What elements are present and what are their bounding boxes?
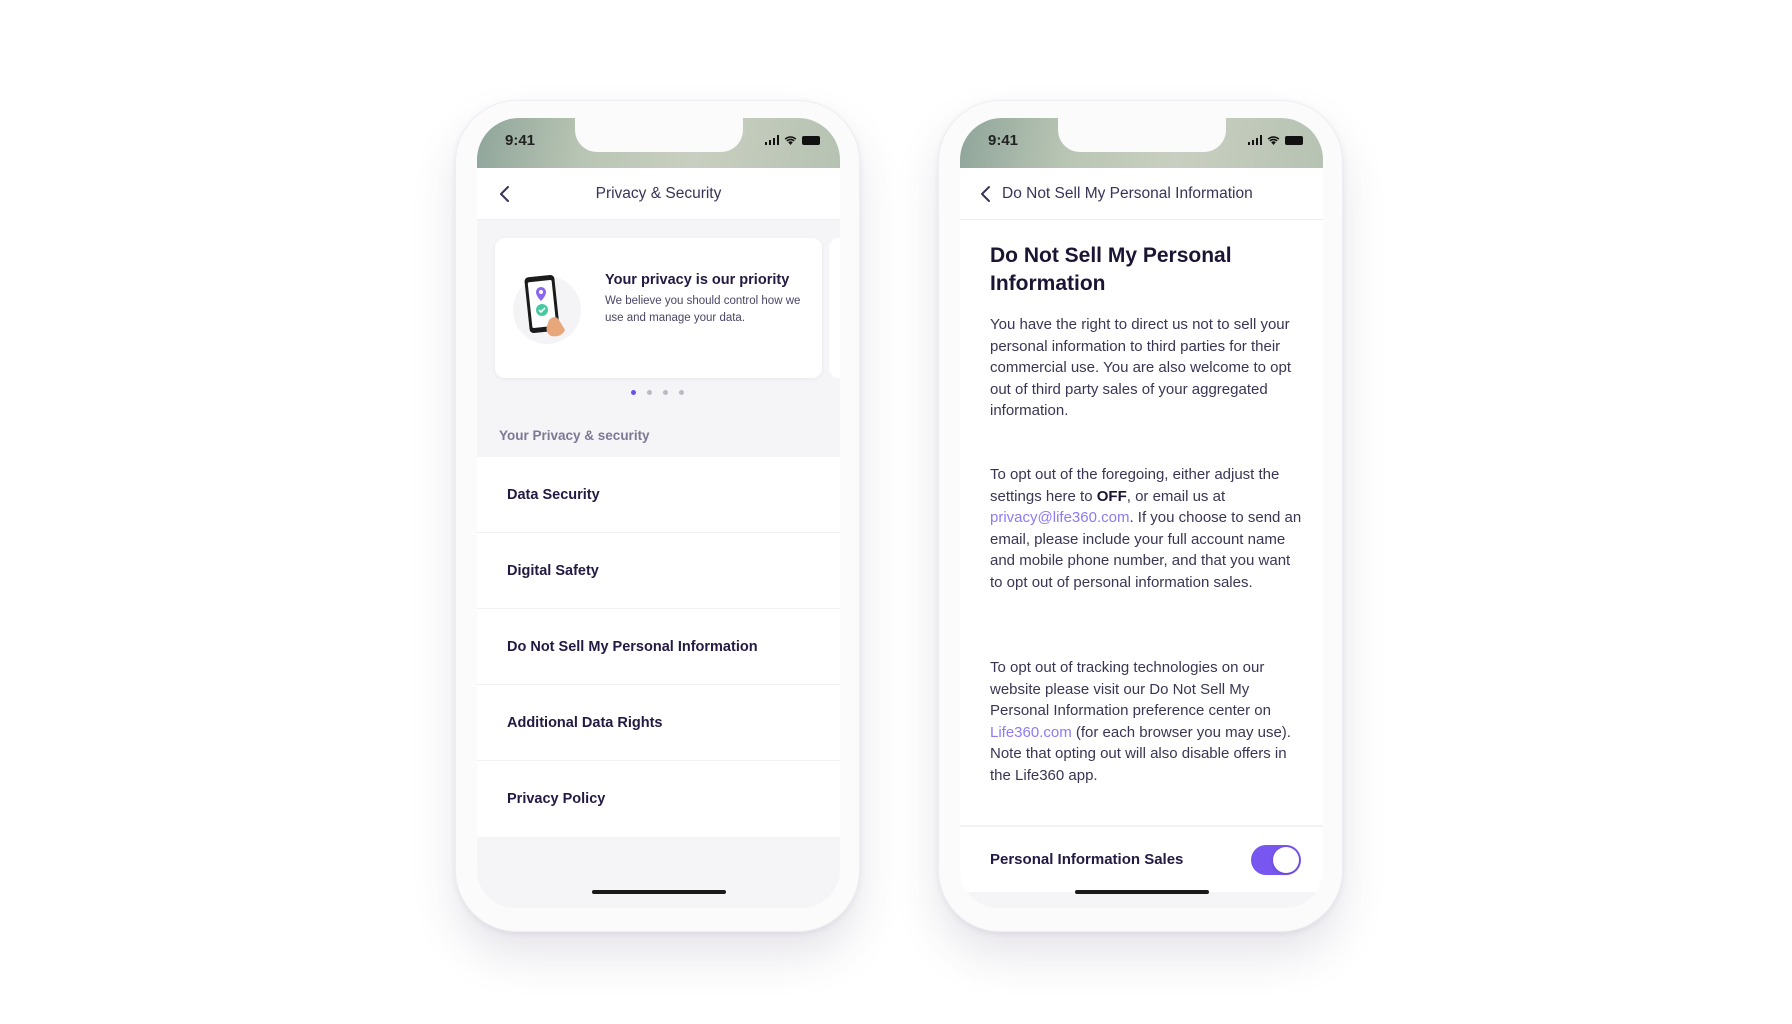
phone-screen: 9:41 Privacy & Security Your privacy is … [477, 118, 840, 908]
email-link[interactable]: privacy@life360.com [990, 509, 1129, 526]
life360-site-link[interactable]: Life360.com [990, 724, 1072, 741]
paragraph-rights: You have the right to direct us not to s… [990, 316, 1291, 419]
page-title: Do Not Sell My Personal Information [1002, 184, 1253, 202]
do-not-sell-content: Do Not Sell My Personal Information You … [960, 220, 1323, 825]
menu-item-label: Digital Safety [507, 562, 599, 579]
cellular-signal-icon [1247, 135, 1262, 145]
menu-item-additional-data-rights[interactable]: Additional Data Rights [477, 685, 840, 761]
text: To opt out of tracking technologies on o… [990, 659, 1271, 719]
toggle-knob [1273, 847, 1299, 873]
content-heading: Do Not Sell My Personal Information [990, 244, 1232, 295]
menu-item-label: Do Not Sell My Personal Information [507, 638, 758, 655]
phone-screen: 9:41 Do Not Sell My Personal Information… [960, 118, 1323, 908]
card-body: We believe you should control how we use… [605, 295, 801, 324]
status-icons [1247, 135, 1303, 145]
carousel-pagination [477, 390, 839, 395]
page-dot[interactable] [647, 390, 652, 395]
wifi-icon [1267, 135, 1280, 145]
status-time: 9:41 [988, 132, 1019, 149]
menu-item-label: Additional Data Rights [507, 714, 663, 731]
status-icons [764, 135, 820, 145]
section-label: Your Privacy & security [499, 428, 650, 443]
personal-info-sales-toggle[interactable] [1251, 845, 1301, 875]
phone-do-not-sell: 9:41 Do Not Sell My Personal Information… [938, 100, 1343, 932]
card-title: Your privacy is our priority [605, 272, 790, 288]
menu-item-data-security[interactable]: Data Security [477, 457, 840, 533]
notch [1058, 118, 1226, 152]
page-dot-active[interactable] [631, 390, 636, 395]
wifi-icon [784, 135, 797, 145]
chevron-left-icon[interactable] [497, 185, 513, 203]
cellular-signal-icon [764, 135, 779, 145]
paragraph-opt-out-email: To opt out of the foregoing, either adju… [990, 464, 1305, 593]
personal-info-sales-row: Personal Information Sales [960, 826, 1323, 892]
status-time: 9:41 [505, 132, 536, 149]
phone-location-check-illustration [513, 274, 581, 344]
next-card-peek[interactable] [829, 238, 840, 378]
chevron-left-icon[interactable] [978, 185, 994, 203]
status-bar: 9:41 [960, 118, 1323, 168]
navbar: Do Not Sell My Personal Information [960, 168, 1323, 220]
off-emphasis: OFF [1096, 487, 1127, 505]
phone-privacy-security: 9:41 Privacy & Security Your privacy is … [455, 100, 860, 932]
privacy-menu-list: Data Security Digital Safety Do Not Sell… [477, 457, 840, 837]
menu-item-label: Privacy Policy [507, 791, 606, 807]
navbar: Privacy & Security [477, 168, 840, 220]
text: , or email us at [1126, 487, 1226, 505]
notch [575, 118, 743, 152]
toggle-label: Personal Information Sales [990, 851, 1184, 868]
home-indicator[interactable] [591, 890, 726, 894]
page-dot[interactable] [663, 390, 668, 395]
menu-item-privacy-policy[interactable]: Privacy Policy [477, 761, 840, 837]
page-title: Privacy & Security [595, 184, 722, 202]
menu-item-digital-safety[interactable]: Digital Safety [477, 533, 840, 609]
menu-item-do-not-sell[interactable]: Do Not Sell My Personal Information [477, 609, 840, 685]
privacy-priority-card[interactable]: Your privacy is our priority We believe … [495, 238, 822, 378]
status-bar: 9:41 [477, 118, 840, 168]
paragraph-tracking: To opt out of tracking technologies on o… [990, 657, 1305, 786]
battery-icon [1285, 136, 1303, 145]
page-dot[interactable] [679, 390, 684, 395]
menu-item-label: Data Security [507, 486, 600, 503]
home-indicator[interactable] [1074, 890, 1209, 894]
battery-icon [802, 136, 820, 145]
